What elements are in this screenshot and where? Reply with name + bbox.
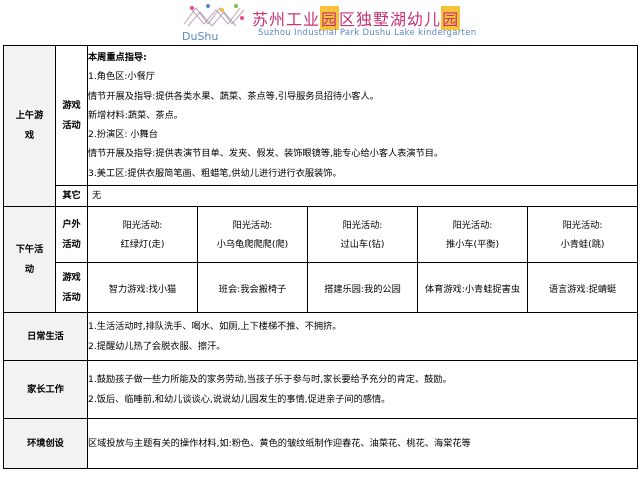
logo-brand-text: DuShu [182, 30, 218, 43]
outdoor-activity-1: 阳光活动: 红绿灯(走) [87, 206, 198, 263]
morning-line: 新增材料:蔬菜、茶点。 [88, 109, 183, 121]
afternoon-outdoor-row: 下午活动 户外活动 阳光活动: 红绿灯(走) 阳光活动: 小乌龟爬爬爬(爬) 阳… [3, 206, 639, 313]
environment-content: 区域投放与主题有关的操作材料,如:粉色、黄色的皱纹纸制作迎春花、油菜花、桃花、海… [86, 418, 639, 469]
daily-line: 2.提醒幼儿热了会脱衣服、擦汗。 [88, 340, 226, 352]
outdoor-activity-5: 阳光活动: 小青蛙(跳) [526, 206, 639, 263]
page-header: DuShu 苏州工业园区独墅湖幼儿园 Suzhou Industrial Par… [0, 0, 640, 44]
morning-heading: 本周重点指导: [88, 52, 147, 64]
environment-label: 环境创设 [3, 418, 88, 469]
morning-line: 情节开展及指导:提供表演节目单、发夹、假发、装饰眼镜等,能专心给小客人表演节目。 [88, 148, 444, 160]
morning-line: 情节开展及指导:提供各类水果、蔬菜、茶点等,引导服务员招待小客人。 [88, 90, 379, 102]
morning-other-label: 其它 [55, 185, 88, 207]
outdoor-activity-name: 红绿灯(走) [120, 238, 165, 250]
parents-line: 2.饭后、临睡前,和幼儿谈谈心,说说幼儿园发生的事情,促进亲子间的感情。 [88, 393, 391, 405]
parents-label: 家长工作 [3, 360, 88, 419]
daily-label: 日常生活 [3, 312, 88, 361]
afternoon-game-row: 游戏活动 智力游戏:找小猫 班会:我会搬椅子 搭建乐园:我的公园 体育游戏:小青… [4, 262, 639, 313]
daily-line: 1.生活活动时,排队洗手、喝水、如厕,上下楼梯不推、不拥挤。 [88, 321, 342, 333]
logo-title-cn: 苏州工业园区独墅湖幼儿园 [252, 6, 461, 30]
daily-row: 日常生活 1.生活活动时,排队洗手、喝水、如厕,上下楼梯不推、不拥挤。 2.提醒… [3, 312, 639, 361]
weekly-plan-table: 上午游戏 游戏活动 本周重点指导: 1.角色区:小餐厅 情节开展及指导:提供各类… [3, 45, 639, 469]
afternoon-game-2: 班会:我会搬椅子 [197, 262, 308, 313]
logo-title-box-2: 园 [441, 6, 461, 30]
afternoon-game-1: 智力游戏:找小猫 [87, 262, 198, 313]
afternoon-game-4: 体育游戏:小青蛙捉害虫 [417, 262, 528, 313]
logo-title-en: Suzhou Industrial Park Dushu Lake kinder… [258, 28, 477, 38]
outdoor-activity-3: 阳光活动: 过山车(钻) [307, 206, 418, 263]
morning-other-value: 无 [86, 185, 639, 207]
logo-title-box-1: 园 [320, 6, 340, 30]
afternoon-game-label: 游戏活动 [55, 262, 88, 313]
daily-content: 1.生活活动时,排队洗手、喝水、如厕,上下楼梯不推、不拥挤。 2.提醒幼儿热了会… [86, 312, 639, 361]
morning-game-content: 本周重点指导: 1.角色区:小餐厅 情节开展及指导:提供各类水果、蔬菜、茶点等,… [86, 45, 639, 186]
afternoon-outdoor-label: 户外活动 [55, 206, 88, 263]
parents-line: 1.鼓励孩子做一些力所能及的家务劳动,当孩子乐于参与时,家长要给予充分的肯定、鼓… [88, 374, 452, 386]
outdoor-activity-title: 阳光活动: [122, 219, 163, 231]
outdoor-activity-name: 过山车(钻) [340, 238, 385, 250]
parents-row: 家长工作 1.鼓励孩子做一些力所能及的家务劳动,当孩子乐于参与时,家长要给予充分… [3, 360, 639, 419]
outdoor-activity-title: 阳光活动: [232, 219, 273, 231]
morning-row: 上午游戏 游戏活动 本周重点指导: 1.角色区:小餐厅 情节开展及指导:提供各类… [3, 45, 639, 207]
morning-label: 上午游戏 [3, 45, 56, 207]
outdoor-activity-title: 阳光活动: [562, 219, 603, 231]
logo-title-part-3: 独墅湖幼儿 [356, 10, 442, 29]
parents-content: 1.鼓励孩子做一些力所能及的家务劳动,当孩子乐于参与时,家长要给予充分的肯定、鼓… [86, 360, 639, 419]
morning-line: 2.扮演区: 小舞台 [88, 129, 158, 141]
logo-title-part-1: 苏州工业 [252, 10, 321, 29]
outdoor-activity-title: 阳光活动: [342, 219, 383, 231]
outdoor-activity-name: 推小车(平衡) [445, 238, 500, 250]
outdoor-activity-name: 小青蛙(跳) [560, 238, 605, 250]
afternoon-game-5: 语言游戏:捉蜻蜓 [526, 262, 639, 313]
outdoor-activity-4: 阳光活动: 推小车(平衡) [417, 206, 528, 263]
outdoor-activity-name: 小乌龟爬爬爬(爬) [216, 238, 289, 250]
outdoor-activity-title: 阳光活动: [452, 219, 493, 231]
morning-line: 1.角色区:小餐厅 [88, 71, 155, 83]
morning-line: 3.美工区:提供衣服简笔画、粗蜡笔,供幼儿进行进行衣服装饰。 [88, 167, 342, 179]
afternoon-game-3: 搭建乐园:我的公园 [307, 262, 418, 313]
environment-row: 环境创设 区域投放与主题有关的操作材料,如:粉色、黄色的皱纹纸制作迎春花、油菜花… [3, 418, 639, 469]
morning-other-row: 其它 无 [4, 185, 639, 207]
morning-game-label: 游戏活动 [55, 45, 88, 186]
outdoor-activity-2: 阳光活动: 小乌龟爬爬爬(爬) [197, 206, 308, 263]
logo-title-part-2: 区 [339, 10, 357, 29]
kindergarten-logo-icon: DuShu [182, 4, 245, 43]
afternoon-label: 下午活动 [3, 206, 56, 313]
